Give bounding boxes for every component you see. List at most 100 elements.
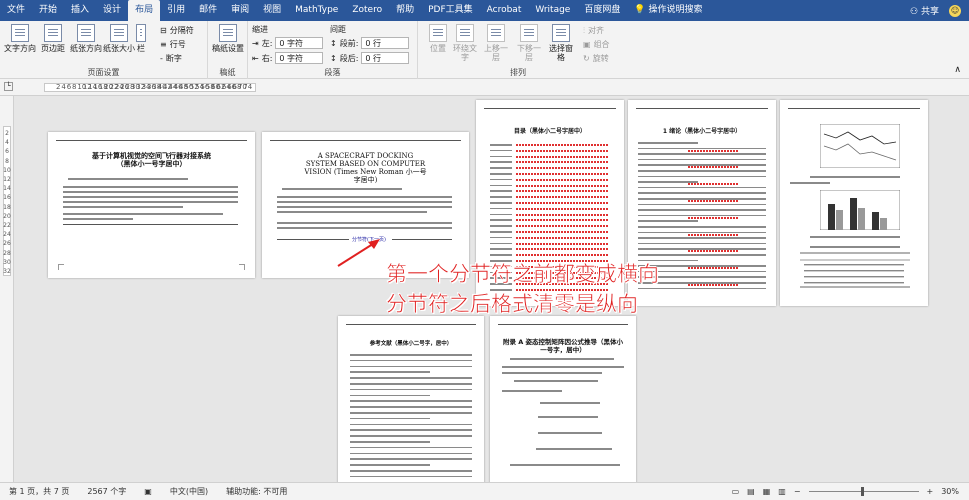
page-6[interactable]: 参考文献（黑体小二号字，居中） (338, 316, 484, 484)
text-line (490, 178, 512, 181)
menu-tab-11[interactable]: 帮助 (389, 0, 421, 21)
text-line (490, 155, 512, 158)
page-1[interactable]: 基于计算机视觉的空间飞行器对接系统（黑体小一号字居中） (48, 132, 255, 278)
menu-tab-6[interactable]: 邮件 (192, 0, 224, 21)
accessibility-status[interactable]: 辅助功能: 不可用 (217, 486, 296, 497)
hyphenation-icon: ‐ (160, 54, 163, 63)
page-1-title: 基于计算机视觉的空间飞行器对接系统（黑体小一号字居中） (92, 152, 211, 168)
print-layout-icon[interactable]: ▦ (763, 487, 771, 496)
menu-tab-13[interactable]: Acrobat (480, 0, 529, 21)
text-line (277, 201, 452, 203)
line-numbers-button[interactable]: ≡ 行号 (160, 39, 186, 50)
collapse-ribbon-icon[interactable]: ∧ (954, 65, 961, 75)
text-line (490, 225, 512, 227)
orientation-button[interactable]: 纸张方向 (70, 24, 102, 53)
indent-right-icon: ⇤ (252, 53, 259, 63)
menu-tab-10[interactable]: Zotero (345, 0, 389, 21)
send-backward-button[interactable]: 下移一层 (514, 24, 544, 62)
hyphenation-button[interactable]: ‐ 断字 (160, 53, 182, 64)
draft-settings-button[interactable]: 稿纸设置 (212, 24, 244, 53)
align-button[interactable]: ⫶ 对齐 (583, 25, 604, 36)
selection-pane-button[interactable]: 选择窗格 (546, 24, 576, 62)
paragraph-label: 段落 (324, 68, 341, 77)
language-status[interactable]: 中文(中国) (161, 486, 217, 497)
menu-tab-1[interactable]: 开始 (32, 0, 64, 21)
menu-tab-4[interactable]: 布局 (128, 0, 161, 21)
page-7[interactable]: 附录 A 姿态控制矩阵因公式推导（黑体小一号字，居中） (490, 316, 636, 484)
document-canvas[interactable]: 基于计算机视觉的空间飞行器对接系统（黑体小一号字居中） A SPACECRAFT… (14, 96, 969, 484)
spacing-before-input[interactable]: 0 行 (361, 37, 410, 49)
breaks-button[interactable]: ⊟ 分隔符 (160, 25, 194, 36)
menu-tab-12[interactable]: PDF工具集 (421, 0, 480, 21)
indent-left-input[interactable]: 0 字符 (275, 37, 324, 49)
web-layout-icon[interactable]: ▥ (778, 487, 786, 496)
menu-tab-0[interactable]: 文件 (0, 0, 32, 21)
spellcheck-squiggle (516, 190, 608, 193)
text-line (536, 448, 612, 450)
text-line (638, 237, 766, 239)
read-mode-icon[interactable]: ▤ (747, 487, 755, 496)
bring-forward-button[interactable]: 上移一层 (481, 24, 511, 62)
spacing-before-row: ↕ 段前: 0 行 (330, 37, 410, 49)
rotate-button[interactable]: ↻ 旋转 (583, 53, 609, 64)
share-button[interactable]: ⚇ 共享 (910, 4, 939, 17)
wrap-text-button[interactable]: 环绕文字 (450, 24, 480, 62)
group-button[interactable]: ▣ 组合 (583, 39, 610, 50)
page-5[interactable] (780, 100, 928, 306)
spellcheck-squiggle (688, 267, 738, 270)
spellcheck-squiggle (516, 161, 608, 164)
spellcheck-squiggle (516, 202, 608, 204)
bar-chart-figure (820, 190, 900, 230)
page-header (498, 321, 628, 325)
zoom-in-icon[interactable]: + (927, 487, 934, 496)
smiley-icon[interactable]: ☺ (949, 4, 961, 17)
size-button[interactable]: 纸张大小 (103, 24, 135, 53)
text-line (350, 377, 472, 379)
caption-line (810, 236, 900, 238)
menu-tab-8[interactable]: 视图 (256, 0, 288, 21)
zoom-out-icon[interactable]: − (794, 487, 801, 496)
text-line (510, 464, 620, 466)
orientation-icon (77, 24, 95, 42)
ruler-mark: 74 (243, 83, 253, 91)
menu-tab-2[interactable]: 插入 (64, 0, 96, 21)
word-count-status[interactable]: 2567 个字 (78, 486, 135, 497)
text-line (490, 219, 512, 221)
focus-mode-icon[interactable]: ▭ (732, 487, 740, 496)
spellcheck-squiggle (516, 167, 608, 170)
vertical-ruler-mark: 14 (3, 185, 11, 193)
spacing-after-input[interactable]: 0 行 (361, 52, 410, 64)
vertical-ruler-mark: 28 (3, 249, 11, 257)
text-line (277, 206, 452, 208)
spellcheck-squiggle (516, 248, 608, 251)
menu-tab-3[interactable]: 设计 (96, 0, 128, 21)
menu-tab-9[interactable]: MathType (288, 0, 345, 21)
text-direction-button[interactable]: 文字方向 (4, 24, 36, 53)
menu-tab-15[interactable]: 百度网盘 (577, 0, 627, 21)
page-corner-mark (58, 264, 64, 270)
ribbon: 文字方向 页边距 纸张方向 纸张大小 栏 ⊟ 分隔符 ≡ 行号 ‐ 断字 页面设置 稿… (0, 21, 969, 79)
page-count-status[interactable]: 第 1 页，共 7 页 (0, 486, 78, 497)
text-line (350, 446, 472, 449)
vertical-ruler[interactable]: 2 4 6 8 10 12 14 16 18 20 22 24 26 28 30 32 (0, 96, 14, 482)
text-line (277, 222, 452, 224)
tab-selector-icon[interactable]: └ (4, 82, 13, 91)
text-line (510, 358, 614, 360)
menu-tab-7[interactable]: 审阅 (224, 0, 256, 21)
margins-button[interactable]: 页边距 (37, 24, 69, 53)
draft-icon (219, 24, 237, 42)
menu-tab-14[interactable]: Writage (528, 0, 577, 21)
lightbulb-icon: 💡 (634, 5, 646, 15)
zoom-slider[interactable] (808, 487, 919, 496)
zoom-level[interactable]: 30% (941, 487, 959, 496)
tell-me-search[interactable]: 💡 操作说明搜索 (627, 0, 709, 21)
send-backward-icon (520, 24, 538, 42)
horizontal-ruler[interactable]: └ 2 4 6 8 10 12 14 16 18 20 22 24 26 28 30 32 34 36 38 40 42… (0, 79, 969, 96)
menu-tab-5[interactable]: 引用 (160, 0, 192, 21)
proofing-icon[interactable]: ▣ (135, 487, 161, 496)
vertical-ruler-mark: 30 (3, 258, 11, 266)
annotation-line-1: 第一个分节符之前都变成横向 (386, 262, 660, 287)
text-line (502, 390, 562, 392)
columns-button[interactable]: 栏 (134, 24, 148, 53)
indent-right-input[interactable]: 0 字符 (275, 52, 324, 64)
